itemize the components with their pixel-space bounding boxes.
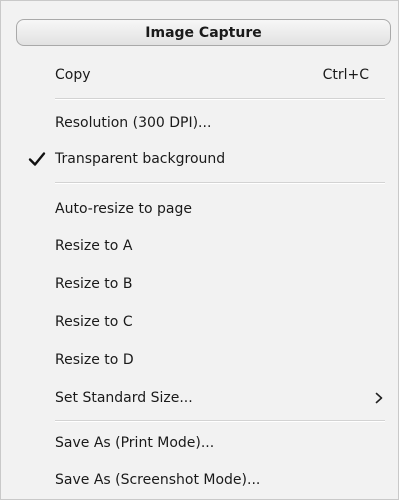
menu-item-resolution[interactable]: Resolution (300 DPI)... bbox=[1, 105, 398, 141]
menu-item-save-as-screenshot[interactable]: Save As (Screenshot Mode)... bbox=[1, 462, 398, 498]
menu-title: Image Capture bbox=[16, 19, 391, 46]
menu-separator bbox=[55, 98, 385, 100]
menu-item-resize-b[interactable]: Resize to B bbox=[1, 266, 398, 302]
menu-item-label: Copy bbox=[55, 67, 91, 83]
menu-separator bbox=[55, 182, 385, 184]
menu-item-auto-resize[interactable]: Auto-resize to page bbox=[1, 191, 398, 227]
menu-item-label: Resize to A bbox=[55, 238, 133, 254]
menu-item-label: Save As (Print Mode)... bbox=[55, 435, 215, 451]
menu-item-resize-a[interactable]: Resize to A bbox=[1, 228, 398, 264]
menu-item-label: Resize to B bbox=[55, 276, 133, 292]
menu-item-label: Save As (Screenshot Mode)... bbox=[55, 472, 261, 488]
chevron-right-icon bbox=[375, 392, 383, 404]
menu-item-label: Auto-resize to page bbox=[55, 201, 192, 217]
menu-item-label: Resize to D bbox=[55, 352, 134, 368]
image-capture-menu: Image Capture Copy Ctrl+C Resolution (30… bbox=[0, 0, 399, 500]
menu-item-label: Resolution (300 DPI)... bbox=[55, 115, 212, 131]
menu-item-resize-d[interactable]: Resize to D bbox=[1, 342, 398, 378]
menu-item-resize-c[interactable]: Resize to C bbox=[1, 304, 398, 340]
menu-item-save-as-print[interactable]: Save As (Print Mode)... bbox=[1, 425, 398, 461]
menu-item-copy[interactable]: Copy Ctrl+C bbox=[1, 57, 398, 93]
shortcut-label: Ctrl+C bbox=[322, 67, 369, 83]
menu-item-label: Set Standard Size... bbox=[55, 390, 193, 406]
menu-item-label: Resize to C bbox=[55, 314, 133, 330]
checkmark-icon bbox=[28, 152, 46, 166]
menu-item-label: Transparent background bbox=[55, 151, 226, 167]
menu-item-transparent-background[interactable]: Transparent background bbox=[1, 141, 398, 177]
menu-separator bbox=[55, 420, 385, 422]
menu-item-set-standard-size[interactable]: Set Standard Size... bbox=[1, 380, 398, 416]
